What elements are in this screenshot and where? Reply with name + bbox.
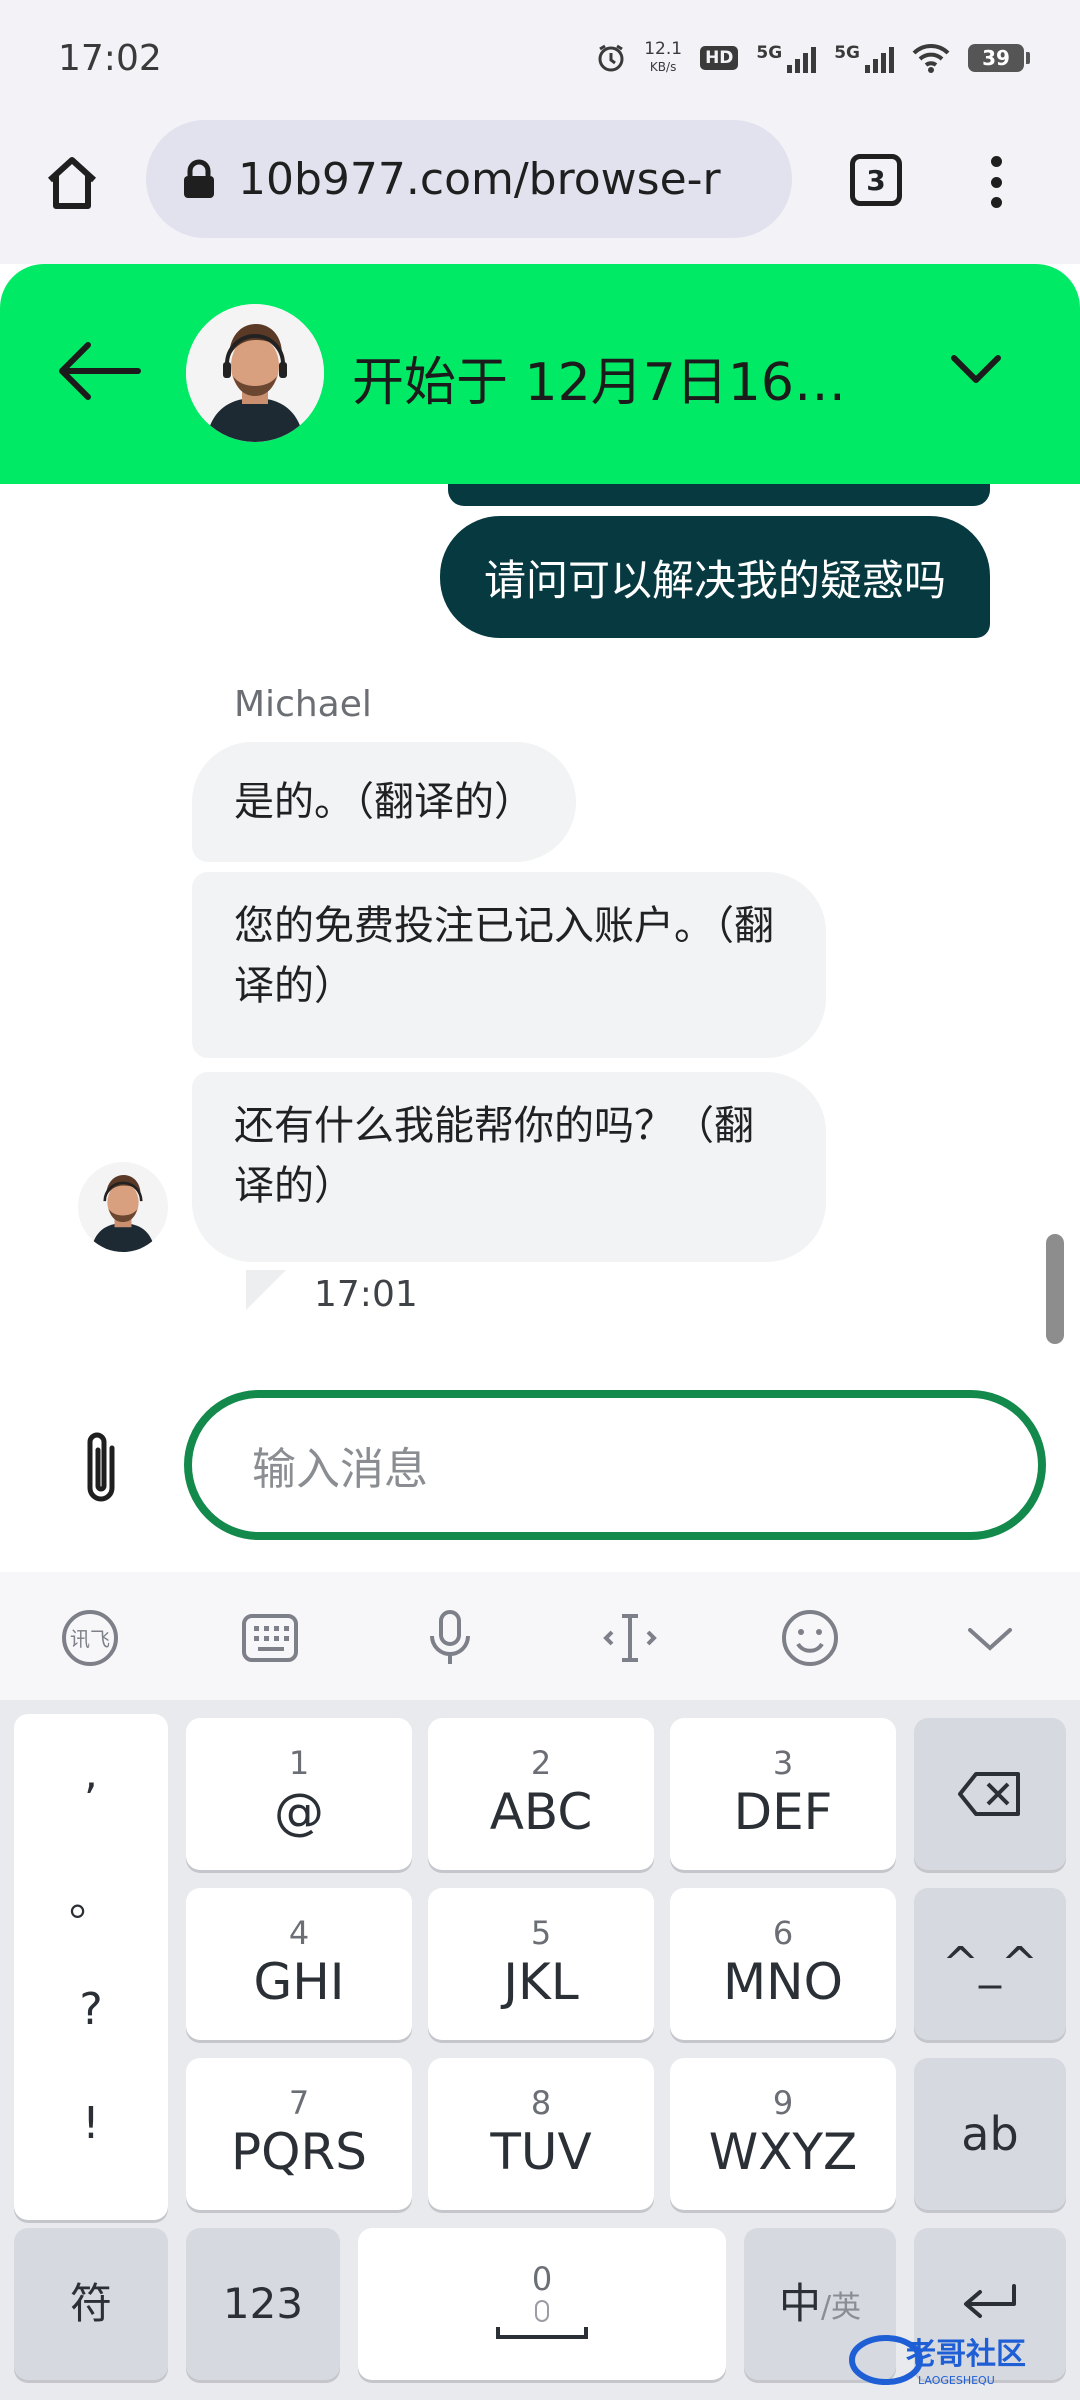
key-9[interactable]: 9 WXYZ bbox=[670, 2058, 896, 2210]
chat-header: 开始于 12月7日16… bbox=[0, 264, 1080, 484]
browser-toolbar: 10b977.com/browse-r 3 bbox=[0, 116, 1080, 264]
back-arrow-icon[interactable] bbox=[54, 336, 144, 406]
emoticon-key[interactable]: ^_^ bbox=[914, 1888, 1066, 2040]
home-icon bbox=[47, 157, 97, 209]
ime-logo-icon[interactable]: 讯飞 bbox=[58, 1606, 122, 1670]
space-mic-icon bbox=[496, 2300, 588, 2339]
lock-icon bbox=[184, 159, 214, 198]
symbol-key[interactable]: 符 bbox=[14, 2228, 168, 2380]
scrollbar-thumb[interactable] bbox=[1046, 1234, 1064, 1344]
paperclip-icon[interactable] bbox=[74, 1428, 128, 1508]
keyboard-hide-chevron-icon[interactable] bbox=[958, 1606, 1022, 1670]
key-4[interactable]: 4 GHI bbox=[186, 1888, 412, 2040]
tab-switcher-button[interactable]: 3 bbox=[850, 154, 902, 206]
signal-1-icon: 5G bbox=[756, 43, 817, 73]
chat-title: 开始于 12月7日16… bbox=[352, 353, 846, 413]
key-6[interactable]: 6 MNO bbox=[670, 1888, 896, 2040]
incoming-message: 还有什么我能帮你的吗？（翻译的） bbox=[192, 1072, 826, 1262]
punctuation-column[interactable]: , 。 ? ! bbox=[14, 1714, 168, 2220]
punct-question-key[interactable]: ? bbox=[14, 1984, 168, 2035]
svg-text:LAOGESHEQU: LAOGESHEQU bbox=[918, 2374, 995, 2387]
message-input[interactable]: 输入消息 bbox=[184, 1390, 1046, 1540]
microphone-icon[interactable] bbox=[418, 1606, 482, 1670]
status-bar: 17:02 12.1 KB/s HD 5G 5G 39 bbox=[0, 0, 1080, 116]
key-5[interactable]: 5 JKL bbox=[428, 1888, 654, 2040]
key-2[interactable]: 2 ABC bbox=[428, 1718, 654, 1870]
enter-icon bbox=[964, 2284, 1016, 2318]
keyboard-toolbar: 讯飞 bbox=[0, 1572, 1080, 1700]
sender-name: Michael bbox=[234, 684, 372, 725]
keyboard-icon[interactable] bbox=[238, 1606, 302, 1670]
svg-text:讯飞: 讯飞 bbox=[70, 1627, 110, 1651]
hd-badge: HD bbox=[700, 46, 739, 70]
key-7[interactable]: 7 PQRS bbox=[186, 2058, 412, 2210]
punct-exclaim-key[interactable]: ! bbox=[14, 2098, 168, 2149]
key-8[interactable]: 8 TUV bbox=[428, 2058, 654, 2210]
wifi-icon bbox=[912, 43, 950, 73]
punct-comma-key[interactable]: , bbox=[14, 1748, 168, 1799]
community-watermark-logo: 老哥社区 LAOGESHEQU bbox=[849, 2335, 1026, 2387]
battery-icon: 39 bbox=[968, 44, 1030, 72]
ab-key[interactable]: ab bbox=[914, 2058, 1066, 2210]
net-speed: 12.1 KB/s bbox=[644, 39, 683, 74]
outgoing-message: 请问可以解决我的疑惑吗 bbox=[439, 516, 990, 638]
svg-text:老哥社区: 老哥社区 bbox=[906, 2337, 1026, 2372]
emoji-icon[interactable] bbox=[778, 1606, 842, 1670]
agent-avatar bbox=[186, 304, 324, 442]
status-icons: 12.1 KB/s HD 5G 5G 39 bbox=[596, 39, 1030, 76]
composer: 输入消息 bbox=[0, 1364, 1080, 1572]
chevron-down-icon[interactable] bbox=[946, 344, 1006, 394]
message-input-placeholder: 输入消息 bbox=[252, 1444, 428, 1495]
status-time: 17:02 bbox=[58, 38, 162, 79]
url-text: 10b977.com/browse-r bbox=[238, 153, 721, 205]
previous-outgoing-bubble bbox=[448, 484, 990, 506]
message-timestamp: 17:01 bbox=[314, 1274, 418, 1315]
home-button[interactable] bbox=[36, 146, 108, 218]
incoming-message: 您的免费投注已记入账户。（翻译的） bbox=[192, 872, 826, 1058]
cursor-move-icon[interactable] bbox=[598, 1606, 662, 1670]
key-3[interactable]: 3 DEF bbox=[670, 1718, 896, 1870]
space-key[interactable]: 0 bbox=[358, 2228, 726, 2380]
key-1[interactable]: 1 @ bbox=[186, 1718, 412, 1870]
alarm-icon bbox=[598, 44, 624, 72]
signal-2-icon: 5G bbox=[834, 43, 894, 73]
overflow-menu-button[interactable] bbox=[976, 152, 1016, 212]
incoming-message: 是的。（翻译的） bbox=[192, 742, 576, 862]
soft-keyboard: 讯飞 , 。 ? ! 1 @ 2 ABC 3 DEF 4 GHI 5 JKL 6 MNO 7… bbox=[0, 1572, 1080, 2400]
agent-avatar-small bbox=[78, 1162, 168, 1252]
backspace-key[interactable] bbox=[914, 1718, 1066, 1870]
punct-period-key[interactable]: 。 bbox=[14, 1864, 168, 1928]
message-list[interactable]: 请问可以解决我的疑惑吗 Michael 是的。（翻译的） 您的免费投注已记入账户… bbox=[0, 484, 1080, 1364]
bubble-tail bbox=[246, 1270, 286, 1310]
numeric-key[interactable]: 123 bbox=[186, 2228, 340, 2380]
address-bar[interactable]: 10b977.com/browse-r bbox=[146, 120, 792, 238]
backspace-icon bbox=[958, 1772, 1020, 1816]
